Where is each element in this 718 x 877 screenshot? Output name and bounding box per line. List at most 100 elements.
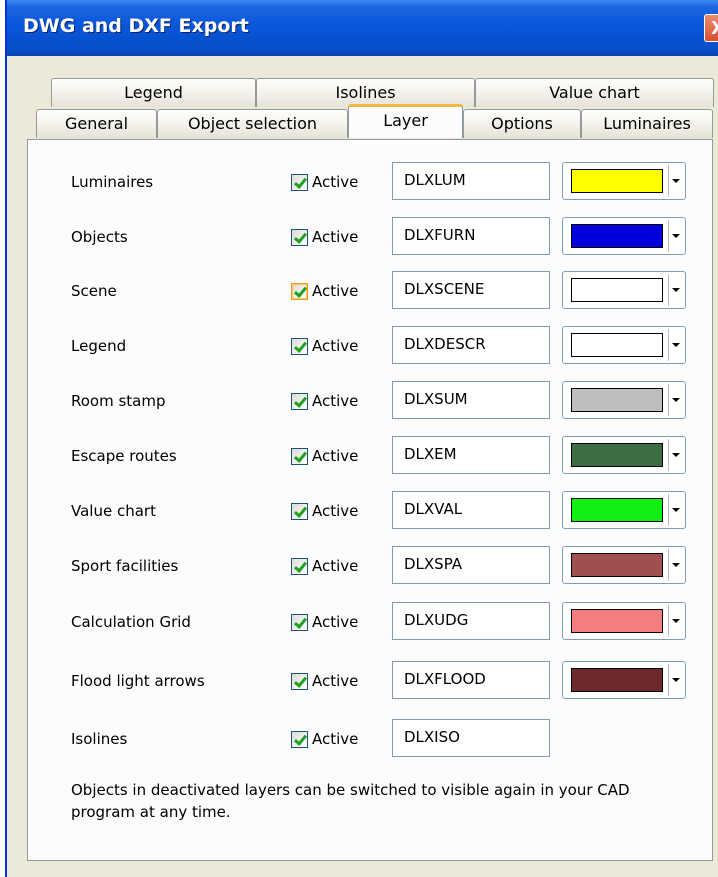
- active-checkbox-objects[interactable]: Active: [291, 228, 358, 246]
- dropdown-arrow-icon[interactable]: [668, 605, 683, 637]
- tab-legend[interactable]: Legend: [51, 78, 256, 107]
- checkbox-check-icon[interactable]: [291, 228, 308, 246]
- color-swatch: [571, 553, 663, 577]
- tab-general[interactable]: General: [36, 109, 157, 138]
- checkbox-check-icon[interactable]: [291, 447, 308, 465]
- active-checkbox-luminaires[interactable]: Active: [291, 173, 358, 191]
- color-swatch: [571, 668, 663, 692]
- layer-label-escape-routes: Escape routes: [71, 447, 177, 465]
- tab-options[interactable]: Options: [463, 109, 581, 138]
- active-checkbox-escape-routes[interactable]: Active: [291, 447, 358, 465]
- layer-label-calculation-grid: Calculation Grid: [71, 613, 191, 631]
- layer-name-input-sport-facilities[interactable]: DLXSPA: [392, 546, 550, 584]
- checkbox-check-icon[interactable]: [291, 173, 308, 191]
- color-dropdown-objects[interactable]: [562, 217, 686, 255]
- dropdown-arrow-icon[interactable]: [668, 439, 683, 471]
- layer-name-input-calculation-grid[interactable]: DLXUDG: [392, 602, 550, 640]
- color-dropdown-legend[interactable]: [562, 326, 686, 364]
- tab-object-selection[interactable]: Object selection: [157, 109, 348, 138]
- layer-name-input-value-chart[interactable]: DLXVAL: [392, 491, 550, 529]
- active-label: Active: [312, 282, 359, 300]
- active-label: Active: [312, 672, 359, 690]
- active-checkbox-scene[interactable]: Active: [291, 282, 358, 300]
- dropdown-arrow-icon[interactable]: [668, 329, 683, 361]
- color-dropdown-escape-routes[interactable]: [562, 436, 686, 474]
- dropdown-arrow-icon[interactable]: [668, 549, 683, 581]
- checkbox-check-icon[interactable]: [291, 730, 308, 748]
- active-label: Active: [312, 173, 359, 191]
- layer-name-input-luminaires[interactable]: DLXLUM: [392, 162, 550, 200]
- active-label: Active: [312, 447, 359, 465]
- layer-name-input-objects[interactable]: DLXFURN: [392, 217, 550, 255]
- active-label: Active: [312, 557, 359, 575]
- layer-name-input-scene[interactable]: DLXSCENE: [392, 271, 550, 309]
- color-dropdown-flood-light-arrows[interactable]: [562, 661, 686, 699]
- color-swatch: [571, 498, 663, 522]
- layer-label-legend: Legend: [71, 337, 127, 355]
- tab-label: Isolines: [335, 83, 396, 102]
- color-dropdown-sport-facilities[interactable]: [562, 546, 686, 584]
- layer-label-flood-light-arrows: Flood light arrows: [71, 672, 205, 690]
- dropdown-arrow-icon[interactable]: [668, 220, 683, 252]
- checkbox-check-icon[interactable]: [291, 672, 308, 690]
- color-dropdown-calculation-grid[interactable]: [562, 602, 686, 640]
- dropdown-arrow-icon[interactable]: [668, 664, 683, 696]
- color-dropdown-room-stamp[interactable]: [562, 381, 686, 419]
- color-dropdown-scene[interactable]: [562, 271, 686, 309]
- checkbox-check-icon[interactable]: [291, 557, 308, 575]
- active-checkbox-sport-facilities[interactable]: Active: [291, 557, 358, 575]
- layer-name-input-room-stamp[interactable]: DLXSUM: [392, 381, 550, 419]
- checkbox-check-icon[interactable]: [291, 613, 308, 631]
- title-bar[interactable]: DWG and DXF Export X: [7, 0, 718, 56]
- checkbox-check-icon[interactable]: [291, 392, 308, 410]
- color-swatch: [571, 278, 663, 302]
- layer-label-room-stamp: Room stamp: [71, 392, 166, 410]
- layer-name-input-flood-light-arrows[interactable]: DLXFLOOD: [392, 661, 550, 699]
- layer-label-sport-facilities: Sport facilities: [71, 557, 179, 575]
- active-label: Active: [312, 730, 359, 748]
- dwg-dxf-export-dialog: DWG and DXF Export X Legend Isolines Val…: [5, 0, 718, 877]
- checkbox-check-icon[interactable]: [291, 337, 308, 355]
- layer-label-isolines: Isolines: [71, 730, 128, 748]
- tab-luminaires[interactable]: Luminaires: [581, 109, 713, 138]
- color-swatch: [571, 333, 663, 357]
- close-icon: X: [711, 17, 718, 39]
- active-checkbox-isolines[interactable]: Active: [291, 730, 358, 748]
- checkbox-check-icon[interactable]: [291, 282, 308, 300]
- tab-isolines[interactable]: Isolines: [256, 78, 475, 107]
- tab-value-chart[interactable]: Value chart: [475, 78, 714, 107]
- close-button[interactable]: X: [704, 14, 718, 42]
- tab-layer[interactable]: Layer: [348, 104, 463, 138]
- active-checkbox-room-stamp[interactable]: Active: [291, 392, 358, 410]
- dropdown-arrow-icon[interactable]: [668, 384, 683, 416]
- active-checkbox-flood-light-arrows[interactable]: Active: [291, 672, 358, 690]
- active-checkbox-value-chart[interactable]: Active: [291, 502, 358, 520]
- tab-label: Legend: [124, 83, 183, 102]
- dropdown-arrow-icon[interactable]: [668, 494, 683, 526]
- checkbox-check-icon[interactable]: [291, 502, 308, 520]
- tab-label: Value chart: [549, 83, 640, 102]
- layer-name-input-escape-routes[interactable]: DLXEM: [392, 436, 550, 474]
- dropdown-arrow-icon[interactable]: [668, 165, 683, 197]
- layer-label-luminaires: Luminaires: [71, 173, 154, 191]
- dropdown-arrow-icon[interactable]: [668, 274, 683, 306]
- layer-name-input-legend[interactable]: DLXDESCR: [392, 326, 550, 364]
- layer-name-input-isolines[interactable]: DLXISO: [392, 719, 550, 757]
- active-label: Active: [312, 502, 359, 520]
- active-label: Active: [312, 228, 359, 246]
- active-label: Active: [312, 613, 359, 631]
- active-checkbox-legend[interactable]: Active: [291, 337, 358, 355]
- color-dropdown-value-chart[interactable]: [562, 491, 686, 529]
- color-swatch: [571, 388, 663, 412]
- tab-label: General: [64, 114, 129, 133]
- color-swatch: [571, 169, 663, 193]
- tab-label: Layer: [383, 111, 428, 130]
- window-title: DWG and DXF Export: [23, 15, 249, 37]
- active-checkbox-calculation-grid[interactable]: Active: [291, 613, 358, 631]
- active-label: Active: [312, 337, 359, 355]
- color-swatch: [571, 224, 663, 248]
- color-swatch: [571, 609, 663, 633]
- info-note: Objects in deactivated layers can be swi…: [71, 781, 630, 821]
- color-swatch: [571, 443, 663, 467]
- color-dropdown-luminaires[interactable]: [562, 162, 686, 200]
